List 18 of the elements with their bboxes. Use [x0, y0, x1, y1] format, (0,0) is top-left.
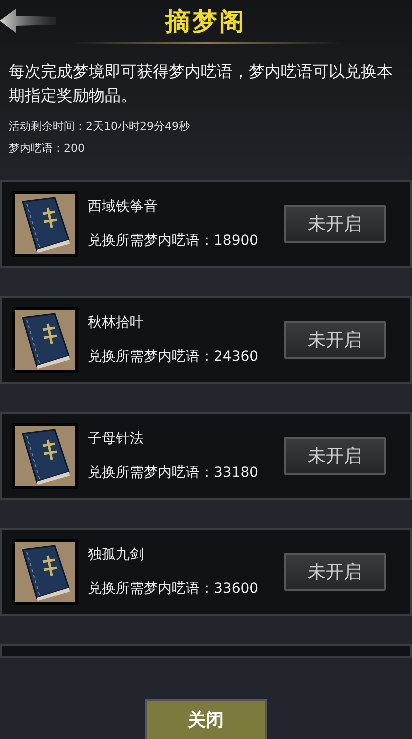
cost-text: 兑换所需梦内呓语：18900 — [88, 232, 260, 250]
description-text: 每次完成梦境即可获得梦内呓语，梦内呓语可以兑换本期指定奖励物品。 — [8, 61, 394, 107]
cost-text: 兑换所需梦内呓语：33180 — [88, 464, 260, 482]
reward-name: 秋林拾叶 — [88, 314, 145, 332]
info-text: 梦内呓语：200 — [9, 141, 86, 157]
info-text: 活动剩余时间：2天10小时29分49秒 — [9, 119, 191, 135]
back-arrow-icon[interactable] — [0, 7, 56, 35]
reward-name: 子母针法 — [88, 430, 145, 448]
reward-name: 西域铁筝音 — [88, 198, 159, 216]
book-icon — [12, 191, 78, 257]
page-title: 摘梦阁 — [166, 6, 246, 38]
book-icon — [12, 423, 78, 489]
cost-text: 兑换所需梦内呓语：24360 — [88, 348, 260, 366]
reward-name: 独孤九剑 — [88, 546, 145, 564]
cost-text: 兑换所需梦内呓语：33600 — [88, 580, 260, 598]
close-button[interactable]: 关闭 — [145, 699, 267, 739]
book-icon — [12, 539, 78, 605]
book-icon — [12, 307, 78, 373]
